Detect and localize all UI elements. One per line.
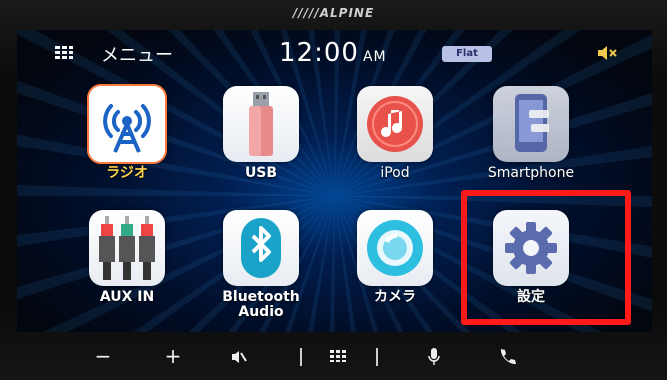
app-ipod[interactable]: iPod bbox=[345, 86, 445, 206]
app-smartphone[interactable]: Smartphone bbox=[481, 86, 581, 206]
touch-screen: メニュー 12:00 AM Flat ラジオ USB iPod Smartpho… bbox=[17, 30, 652, 332]
phone-button[interactable] bbox=[498, 347, 516, 365]
selection-highlight-box bbox=[461, 190, 631, 325]
volume-down-button[interactable]: − bbox=[88, 344, 118, 368]
bottom-control-bar: − + bbox=[0, 332, 667, 380]
app-aux-in[interactable]: AUX IN bbox=[77, 210, 177, 330]
app-label: iPod bbox=[380, 165, 410, 181]
aux-in-tile[interactable] bbox=[89, 210, 165, 286]
app-label: Smartphone bbox=[487, 165, 575, 181]
speaker-mute-icon[interactable] bbox=[597, 44, 619, 62]
bluetooth-icon bbox=[241, 218, 281, 278]
camera-tile[interactable] bbox=[357, 210, 433, 286]
clock-ampm: AM bbox=[362, 49, 387, 65]
mute-button[interactable] bbox=[230, 348, 248, 366]
eq-preset-badge[interactable]: Flat bbox=[442, 46, 492, 62]
volume-up-button[interactable]: + bbox=[158, 344, 188, 368]
smartphone-icon bbox=[515, 94, 549, 152]
status-bar: メニュー 12:00 AM Flat bbox=[17, 30, 652, 74]
app-camera[interactable]: カメラ bbox=[345, 210, 445, 330]
app-radio[interactable]: ラジオ bbox=[77, 84, 177, 206]
brand-logo: /////ALPINE bbox=[292, 6, 375, 20]
app-label: Bluetooth Audio bbox=[222, 289, 300, 320]
voice-mic-button[interactable] bbox=[428, 347, 440, 367]
app-label: ラジオ bbox=[106, 165, 148, 181]
radio-tower-icon bbox=[89, 86, 165, 162]
menu-grid-button[interactable] bbox=[330, 350, 346, 362]
separator bbox=[300, 348, 302, 366]
clock: 12:00 AM bbox=[279, 38, 387, 68]
bluetooth-tile[interactable] bbox=[223, 210, 299, 286]
clock-time: 12:00 bbox=[279, 38, 359, 68]
smartphone-tile[interactable] bbox=[493, 86, 569, 162]
camera-lens-icon bbox=[367, 220, 423, 276]
ipod-tile[interactable] bbox=[357, 86, 433, 162]
usb-tile[interactable] bbox=[223, 86, 299, 162]
app-label: カメラ bbox=[374, 289, 416, 305]
aux-plugs-icon bbox=[99, 216, 155, 280]
head-unit-bezel: /////ALPINE メニュー 12:00 AM Flat ラジオ USB i… bbox=[0, 0, 667, 380]
menu-label[interactable]: メニュー bbox=[101, 41, 173, 67]
usb-stick-icon bbox=[249, 92, 273, 156]
ipod-music-icon bbox=[367, 96, 423, 152]
radio-tile[interactable] bbox=[87, 84, 167, 164]
menu-grid-icon[interactable] bbox=[55, 46, 73, 60]
app-bluetooth-audio[interactable]: Bluetooth Audio bbox=[211, 210, 311, 330]
separator bbox=[376, 348, 378, 366]
app-usb[interactable]: USB bbox=[211, 86, 311, 206]
app-label: USB bbox=[244, 165, 278, 181]
app-label: AUX IN bbox=[99, 289, 155, 305]
